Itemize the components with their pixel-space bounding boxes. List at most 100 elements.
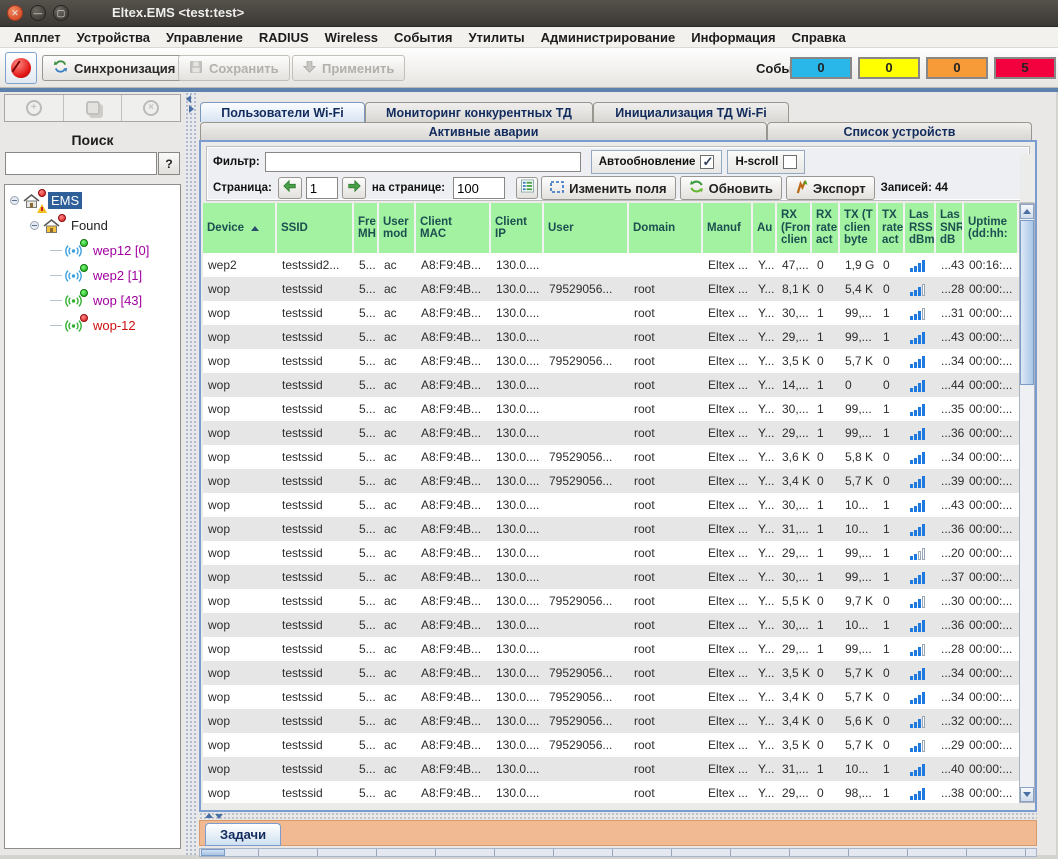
menu-item[interactable]: Справка: [784, 27, 854, 48]
autorefresh-checkbox[interactable]: [700, 155, 714, 169]
sync-button[interactable]: Синхронизация: [42, 55, 186, 81]
search-input[interactable]: [5, 152, 157, 175]
table-header-cell[interactable]: Las RSS dBm: [905, 203, 936, 253]
table-header-cell[interactable]: RX rate act: [812, 203, 840, 253]
menu-item[interactable]: События: [386, 27, 460, 48]
delete-node-button[interactable]: ×: [122, 95, 180, 121]
collapse-left-icon[interactable]: [186, 95, 191, 103]
page-input[interactable]: [306, 177, 338, 199]
table-row[interactable]: woptestssid5...acA8:F9:4B...130.0....roo…: [203, 613, 1019, 637]
menu-item[interactable]: Администрирование: [533, 27, 684, 48]
event-counter[interactable]: 0: [926, 57, 988, 79]
table-header-cell[interactable]: Uptime (dd:hh:: [964, 203, 1019, 253]
table-row[interactable]: woptestssid5...acA8:F9:4B...130.0....795…: [203, 445, 1019, 469]
table-row[interactable]: woptestssid5...acA8:F9:4B...130.0....roo…: [203, 301, 1019, 325]
table-header-cell[interactable]: Domain: [629, 203, 703, 253]
tree-item[interactable]: wop-12: [5, 313, 180, 338]
minimize-icon[interactable]: —: [30, 5, 46, 21]
menu-item[interactable]: Управление: [158, 27, 251, 48]
tree-item[interactable]: Found: [5, 213, 180, 238]
table-header-cell[interactable]: User: [544, 203, 629, 253]
table-header-cell[interactable]: Au: [753, 203, 777, 253]
refresh-button[interactable]: Обновить: [680, 176, 782, 200]
table-header-cell[interactable]: Fre MH: [354, 203, 379, 253]
table-row[interactable]: woptestssid5...acA8:F9:4B...130.0....795…: [203, 709, 1019, 733]
table-row[interactable]: woptestssid5...acA8:F9:4B...130.0....roo…: [203, 325, 1019, 349]
column-list-button[interactable]: [516, 177, 538, 199]
scroll-down-button[interactable]: [1020, 787, 1034, 802]
event-counter[interactable]: 0: [858, 57, 920, 79]
next-page-button[interactable]: [342, 177, 366, 199]
table-row[interactable]: woptestssid5...acA8:F9:4B...130.0....roo…: [203, 517, 1019, 541]
event-counter[interactable]: 0: [790, 57, 852, 79]
tab[interactable]: Мониторинг конкурентных ТД: [365, 102, 593, 122]
table-row[interactable]: woptestssid5...acA8:F9:4B...130.0....roo…: [203, 397, 1019, 421]
per-page-input[interactable]: [453, 177, 505, 199]
expand-down-icon[interactable]: [215, 814, 223, 819]
menu-item[interactable]: Апплет: [6, 27, 69, 48]
save-button[interactable]: Сохранить: [178, 55, 290, 81]
alarm-sound-button[interactable]: [5, 52, 37, 84]
table-row[interactable]: woptestssid5...acA8:F9:4B...130.0....roo…: [203, 493, 1019, 517]
table-row[interactable]: woptestssid5...acA8:F9:4B...130.0....795…: [203, 661, 1019, 685]
prev-page-button[interactable]: [278, 177, 302, 199]
edit-fields-button[interactable]: Изменить поля: [541, 176, 675, 200]
close-icon[interactable]: ✕: [7, 5, 23, 21]
table-header-cell[interactable]: Device: [203, 203, 277, 253]
table-header-cell[interactable]: Client MAC: [416, 203, 491, 253]
tree-item[interactable]: wop [43]: [5, 288, 180, 313]
table-header-cell[interactable]: Client IP: [491, 203, 544, 253]
tree-item[interactable]: wep2 [1]: [5, 263, 180, 288]
table-header-cell[interactable]: TX (T clien byte: [840, 203, 878, 253]
table-row[interactable]: woptestssid5...acA8:F9:4B...130.0....795…: [203, 277, 1019, 301]
copy-node-button[interactable]: [64, 95, 123, 121]
table-header-cell[interactable]: User mod: [379, 203, 416, 253]
add-node-button[interactable]: +: [5, 95, 64, 121]
hscroll-checkbox[interactable]: [783, 155, 797, 169]
table-row[interactable]: wep2testssid2...5...acA8:F9:4B...130.0..…: [203, 253, 1019, 277]
table-row[interactable]: woptestssid5...acA8:F9:4B...130.0....795…: [203, 589, 1019, 613]
collapse-handle-icon[interactable]: [10, 196, 19, 205]
tab[interactable]: Инициализация ТД Wi-Fi: [593, 102, 789, 122]
vertical-splitter[interactable]: [185, 92, 196, 855]
apply-button[interactable]: Применить: [292, 55, 405, 81]
table-row[interactable]: woptestssid5...acA8:F9:4B...130.0....roo…: [203, 781, 1019, 802]
menu-item[interactable]: Wireless: [317, 27, 386, 48]
table-row[interactable]: woptestssid5...acA8:F9:4B...130.0....795…: [203, 469, 1019, 493]
table-row[interactable]: woptestssid5...acA8:F9:4B...130.0....roo…: [203, 421, 1019, 445]
scroll-up-button[interactable]: [1020, 204, 1034, 219]
table-header-cell[interactable]: Las SNR dB: [936, 203, 964, 253]
table-row[interactable]: woptestssid5...acA8:F9:4B...130.0....795…: [203, 685, 1019, 709]
search-help-button[interactable]: ?: [158, 152, 180, 175]
menu-item[interactable]: Утилиты: [460, 27, 532, 48]
maximize-icon[interactable]: ▢: [53, 5, 69, 21]
table-row[interactable]: woptestssid5...acA8:F9:4B...130.0....roo…: [203, 541, 1019, 565]
autorefresh-group[interactable]: Автообновление: [591, 150, 723, 174]
collapse-right-icon[interactable]: [189, 105, 194, 113]
vertical-scrollbar[interactable]: [1019, 203, 1035, 803]
table-row[interactable]: woptestssid5...acA8:F9:4B...130.0....roo…: [203, 757, 1019, 781]
horizontal-scrollbar[interactable]: [199, 848, 1037, 857]
table-header-cell[interactable]: TX rate act: [878, 203, 905, 253]
table-row[interactable]: woptestssid5...acA8:F9:4B...130.0....795…: [203, 349, 1019, 373]
table-header-cell[interactable]: SSID: [277, 203, 354, 253]
tab[interactable]: Активные аварии: [200, 122, 767, 140]
expand-up-icon[interactable]: [205, 813, 213, 818]
menu-item[interactable]: Информация: [683, 27, 783, 48]
filter-input[interactable]: [265, 152, 581, 172]
hscroll-group[interactable]: H-scroll: [727, 150, 805, 174]
table-row[interactable]: woptestssid5...acA8:F9:4B...130.0....roo…: [203, 373, 1019, 397]
tree-item[interactable]: wep12 [0]: [5, 238, 180, 263]
tab[interactable]: Список устройств: [767, 122, 1032, 140]
scrollbar-thumb[interactable]: [1020, 220, 1034, 385]
table-row[interactable]: woptestssid5...acA8:F9:4B...130.0....roo…: [203, 565, 1019, 589]
menu-item[interactable]: RADIUS: [251, 27, 317, 48]
tree-item[interactable]: EMS: [5, 188, 180, 213]
table-row[interactable]: woptestssid5...acA8:F9:4B...130.0....roo…: [203, 637, 1019, 661]
export-button[interactable]: Экспорт: [786, 176, 875, 200]
table-header-cell[interactable]: Manuf: [703, 203, 753, 253]
tab[interactable]: Пользователи Wi-Fi: [200, 102, 365, 122]
horizontal-splitter[interactable]: [199, 812, 1037, 820]
table-header-cell[interactable]: RX (From clien: [777, 203, 812, 253]
table-row[interactable]: woptestssid5...acA8:F9:4B...130.0....795…: [203, 733, 1019, 757]
